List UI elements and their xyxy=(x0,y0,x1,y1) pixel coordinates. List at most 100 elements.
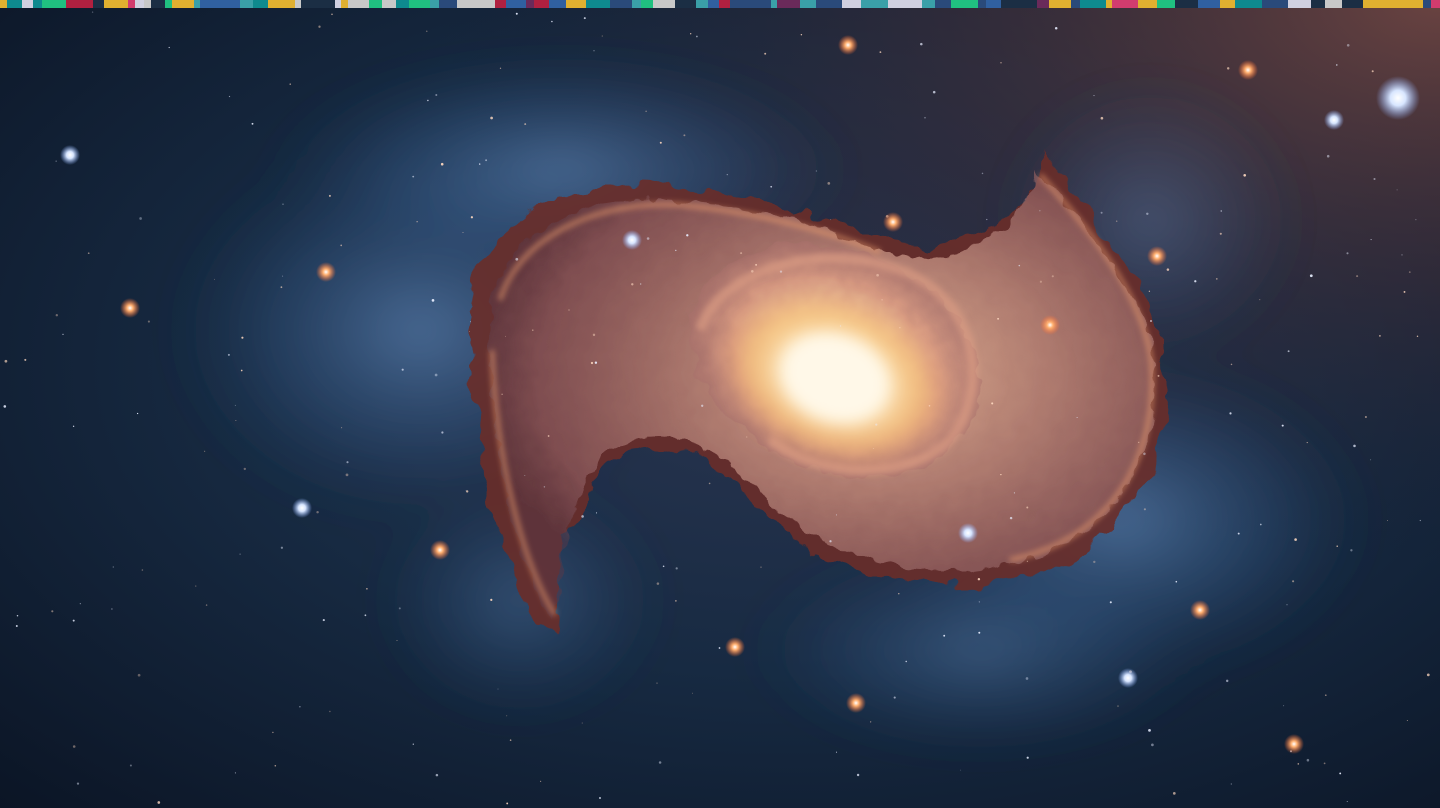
small-star xyxy=(690,33,692,35)
small-star xyxy=(830,219,832,221)
small-star xyxy=(227,353,230,356)
strip-segment xyxy=(566,0,586,8)
small-star xyxy=(675,567,678,570)
small-star xyxy=(515,12,518,15)
small-star xyxy=(977,577,981,581)
small-star xyxy=(691,692,693,694)
small-star xyxy=(1408,271,1411,273)
strip-segment xyxy=(771,0,777,8)
strip-segment xyxy=(747,0,771,8)
strip-segment xyxy=(42,0,66,8)
small-star xyxy=(905,660,907,663)
small-star xyxy=(431,299,435,302)
small-star xyxy=(943,634,946,637)
small-star xyxy=(112,566,114,568)
small-star xyxy=(1230,783,1232,785)
strip-segment xyxy=(409,0,430,8)
small-star xyxy=(1138,441,1140,444)
small-star xyxy=(1026,560,1029,562)
strip-segment xyxy=(104,0,128,8)
small-star xyxy=(1013,492,1015,494)
small-star xyxy=(111,608,113,610)
strip-segment xyxy=(549,0,566,8)
small-star xyxy=(659,141,662,144)
strip-segment xyxy=(526,0,534,8)
strip-segment xyxy=(1138,0,1157,8)
small-star xyxy=(3,405,7,408)
small-star xyxy=(779,270,783,273)
small-star xyxy=(1297,763,1300,765)
small-star xyxy=(1326,154,1330,158)
small-star xyxy=(718,647,721,649)
small-star xyxy=(16,615,19,617)
small-star xyxy=(505,335,506,337)
small-star xyxy=(581,722,583,724)
small-star xyxy=(331,13,333,16)
small-star xyxy=(1225,679,1229,683)
strip-segment xyxy=(1080,0,1106,8)
small-star xyxy=(1025,677,1029,680)
strip-segment xyxy=(1049,0,1071,8)
strip-segment xyxy=(295,0,301,8)
small-star xyxy=(515,257,519,261)
small-star xyxy=(551,20,553,23)
strip-segment xyxy=(696,0,708,8)
strip-segment xyxy=(1112,0,1138,8)
small-star xyxy=(686,234,689,237)
small-star xyxy=(1143,508,1146,511)
small-star xyxy=(289,83,291,85)
small-star xyxy=(51,610,54,613)
small-star xyxy=(1259,523,1262,526)
strip-segment xyxy=(1423,0,1431,8)
strip-segment xyxy=(1363,0,1390,8)
small-star xyxy=(539,780,542,783)
bright-star xyxy=(1238,60,1258,80)
small-star xyxy=(928,405,931,407)
strip-segment xyxy=(194,0,200,8)
small-star xyxy=(960,769,962,771)
small-star xyxy=(1283,705,1285,707)
small-star xyxy=(1009,516,1013,520)
small-star xyxy=(599,797,601,799)
small-star xyxy=(656,682,658,684)
small-star xyxy=(1364,415,1367,419)
small-star xyxy=(898,593,900,595)
small-star xyxy=(1115,220,1118,222)
small-star xyxy=(594,361,598,364)
small-star xyxy=(280,286,283,289)
small-star xyxy=(1150,320,1152,322)
strip-segment xyxy=(495,0,506,8)
small-star xyxy=(595,512,598,514)
small-star xyxy=(274,764,277,767)
small-star xyxy=(1356,275,1359,278)
small-star xyxy=(1051,275,1054,278)
strip-segment xyxy=(396,0,409,8)
strip-segment xyxy=(1001,0,1019,8)
small-star xyxy=(466,490,469,493)
small-star xyxy=(1416,335,1419,338)
small-star xyxy=(662,565,665,568)
small-star xyxy=(1371,70,1374,73)
small-star xyxy=(524,475,526,476)
small-star xyxy=(24,358,27,361)
small-star xyxy=(299,706,301,708)
small-star xyxy=(345,473,349,477)
small-star xyxy=(590,361,594,365)
small-star xyxy=(1401,254,1403,256)
small-star xyxy=(1426,673,1430,677)
strip-segment xyxy=(610,0,632,8)
strip-segment xyxy=(730,0,747,8)
small-star xyxy=(770,185,773,188)
small-star xyxy=(646,237,650,240)
small-star xyxy=(1350,549,1353,552)
small-star xyxy=(1324,694,1327,697)
small-star xyxy=(800,33,803,36)
small-star xyxy=(656,582,660,585)
small-star xyxy=(1287,350,1290,353)
small-star xyxy=(1339,772,1342,775)
small-star xyxy=(412,175,415,178)
small-star xyxy=(398,607,401,610)
small-star xyxy=(318,25,321,28)
small-star xyxy=(683,134,686,137)
strip-segment xyxy=(457,0,482,8)
